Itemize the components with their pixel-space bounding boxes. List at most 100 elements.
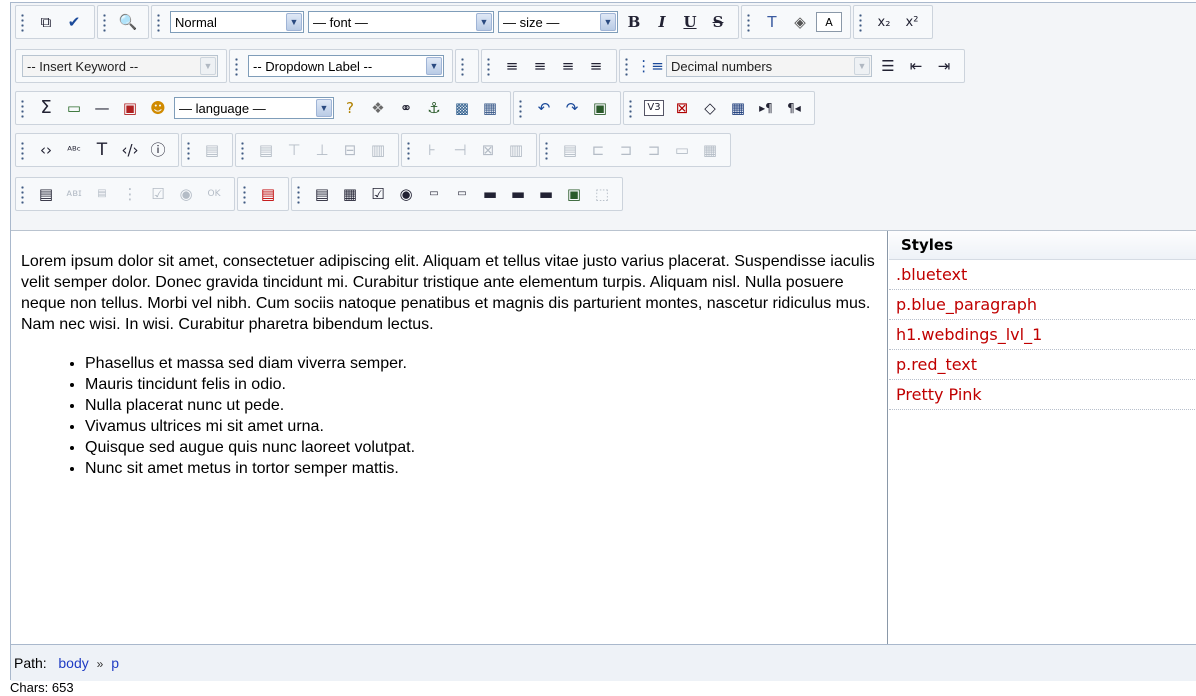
grip-handle[interactable]	[856, 12, 864, 32]
dropdown-label-select[interactable]: -- Dropdown Label -- ▼	[248, 55, 444, 77]
list-item[interactable]: Mauris tincidunt felis in odio.	[85, 374, 877, 395]
insert-password-icon[interactable]: ▭	[450, 182, 474, 206]
italic-button[interactable]: I	[650, 10, 674, 34]
insert-row-after-icon[interactable]: ⊥	[310, 138, 334, 162]
editor-content[interactable]: Lorem ipsum dolor sit amet, consectetuer…	[11, 231, 888, 644]
paste-text-icon[interactable]: T	[90, 138, 114, 162]
source-code-icon[interactable]: ‹›	[34, 138, 58, 162]
info-icon[interactable]: ⓘ	[146, 138, 170, 162]
grip-handle[interactable]	[232, 56, 240, 76]
grip-handle[interactable]	[516, 98, 524, 118]
bullet-list-icon[interactable]: ☰	[876, 54, 900, 78]
textarea-disabled-icon[interactable]: ▤	[90, 182, 114, 206]
insert-image-button-icon[interactable]: ▣	[562, 182, 586, 206]
undo-icon[interactable]: ↶	[532, 96, 556, 120]
table-icon[interactable]: ▦	[478, 96, 502, 120]
align-left-icon[interactable]: ≡	[500, 54, 524, 78]
insert-textfield-icon[interactable]: ▭	[422, 182, 446, 206]
grip-handle[interactable]	[542, 140, 550, 160]
style-item[interactable]: p.red_text	[889, 350, 1196, 380]
insert-cell-after-icon[interactable]: ⊐	[642, 138, 666, 162]
style-item[interactable]: .bluetext	[889, 260, 1196, 290]
button-disabled-icon[interactable]: OK	[202, 182, 226, 206]
strikethrough-button[interactable]: S	[706, 10, 730, 34]
delete-cell-icon[interactable]: ⊐	[614, 138, 638, 162]
grip-handle[interactable]	[18, 140, 26, 160]
flash-icon[interactable]: ❖	[366, 96, 390, 120]
size-select[interactable]: — size — ▼	[498, 11, 618, 33]
help-icon[interactable]: ?	[338, 96, 362, 120]
insert-field-icon[interactable]: ▭	[62, 96, 86, 120]
grip-handle[interactable]	[154, 12, 162, 32]
align-justify-icon[interactable]: ≡	[584, 54, 608, 78]
underline-button[interactable]: U	[678, 10, 702, 34]
select-disabled-icon[interactable]: ⋮	[118, 182, 142, 206]
insert-col-before-icon[interactable]: ⊦	[420, 138, 444, 162]
format-select[interactable]: Normal ▼	[170, 11, 304, 33]
outdent-icon[interactable]: ⇤	[904, 54, 928, 78]
background-color-icon[interactable]: ◈	[788, 10, 812, 34]
grip-handle[interactable]	[294, 184, 302, 204]
grip-handle[interactable]	[238, 140, 246, 160]
insert-label-icon[interactable]: ⬚	[590, 182, 614, 206]
insert-submit-icon[interactable]: ▬	[506, 182, 530, 206]
insert-keyword-select[interactable]: -- Insert Keyword -- ▼	[22, 55, 218, 77]
style-item[interactable]: p.blue_paragraph	[889, 290, 1196, 320]
find-icon[interactable]: 🔍	[116, 10, 140, 34]
horizontal-rule-icon[interactable]: —	[90, 96, 114, 120]
delete-row-icon[interactable]: ⊟	[338, 138, 362, 162]
list-item[interactable]: Vivamus ultrices mi sit amet urna.	[85, 416, 877, 437]
spellcheck-icon[interactable]: ✔	[62, 10, 86, 34]
remove-format-icon[interactable]: ⊠	[670, 96, 694, 120]
radio-disabled-icon[interactable]: ◉	[174, 182, 198, 206]
grip-handle[interactable]	[484, 56, 492, 76]
form-icon[interactable]: ▤	[34, 182, 58, 206]
grip-handle[interactable]	[458, 56, 466, 76]
insert-cell-before-icon[interactable]: ⊏	[586, 138, 610, 162]
row-properties-icon[interactable]: ▤	[254, 138, 278, 162]
page-break-icon[interactable]: ▤	[256, 182, 280, 206]
insert-col-after-icon[interactable]: ⊣	[448, 138, 472, 162]
path-link-body[interactable]: body	[58, 655, 88, 671]
grip-handle[interactable]	[404, 140, 412, 160]
link-icon[interactable]: ⚭	[394, 96, 418, 120]
align-center-icon[interactable]: ≡	[528, 54, 552, 78]
content-paragraph[interactable]: Lorem ipsum dolor sit amet, consectetuer…	[21, 251, 877, 335]
spellcheck-abc-icon[interactable]: ᴬᴮᶜ	[62, 138, 86, 162]
list-item[interactable]: Phasellus et massa sed diam viverra semp…	[85, 353, 877, 374]
image-icon[interactable]: ▩	[450, 96, 474, 120]
insert-reset-icon[interactable]: ▬	[534, 182, 558, 206]
superscript-icon[interactable]: x²	[900, 10, 924, 34]
grip-handle[interactable]	[18, 184, 26, 204]
numbered-list-icon[interactable]: ⋮≡	[636, 54, 664, 78]
language-select[interactable]: — language — ▼	[174, 97, 334, 119]
split-cell-icon[interactable]: ▦	[698, 138, 722, 162]
validator-icon[interactable]: V3	[642, 96, 666, 120]
grip-handle[interactable]	[240, 184, 248, 204]
eraser-icon[interactable]: ◇	[698, 96, 722, 120]
subscript-icon[interactable]: x₂	[872, 10, 896, 34]
delete-col-icon[interactable]: ⊠	[476, 138, 500, 162]
select-all-icon[interactable]: ▣	[588, 96, 612, 120]
merge-cells-icon[interactable]: ▭	[670, 138, 694, 162]
text-color-icon[interactable]: T	[760, 10, 784, 34]
checkbox-disabled-icon[interactable]: ☑	[146, 182, 170, 206]
style-item[interactable]: h1.webdings_lvl_1	[889, 320, 1196, 350]
grip-handle[interactable]	[18, 12, 26, 32]
cell-properties-icon[interactable]: ▤	[558, 138, 582, 162]
insert-checkbox-icon[interactable]: ☑	[366, 182, 390, 206]
path-link-p[interactable]: p	[111, 655, 119, 671]
rtl-icon[interactable]: ¶◂	[782, 96, 806, 120]
anchor-icon[interactable]: ⚓	[422, 96, 446, 120]
grip-handle[interactable]	[100, 12, 108, 32]
table-properties-icon[interactable]: ▤	[200, 138, 224, 162]
grip-handle[interactable]	[622, 56, 630, 76]
grip-handle[interactable]	[18, 98, 26, 118]
list-item[interactable]: Nulla placerat nunc ut pede.	[85, 395, 877, 416]
font-color-box[interactable]: A	[816, 12, 842, 32]
grip-handle[interactable]	[184, 140, 192, 160]
list-style-select[interactable]: Decimal numbers ▼	[666, 55, 872, 77]
list-item[interactable]: Nunc sit amet metus in tortor semper mat…	[85, 458, 877, 479]
insert-media-icon[interactable]: ▣	[118, 96, 142, 120]
grip-handle[interactable]	[744, 12, 752, 32]
